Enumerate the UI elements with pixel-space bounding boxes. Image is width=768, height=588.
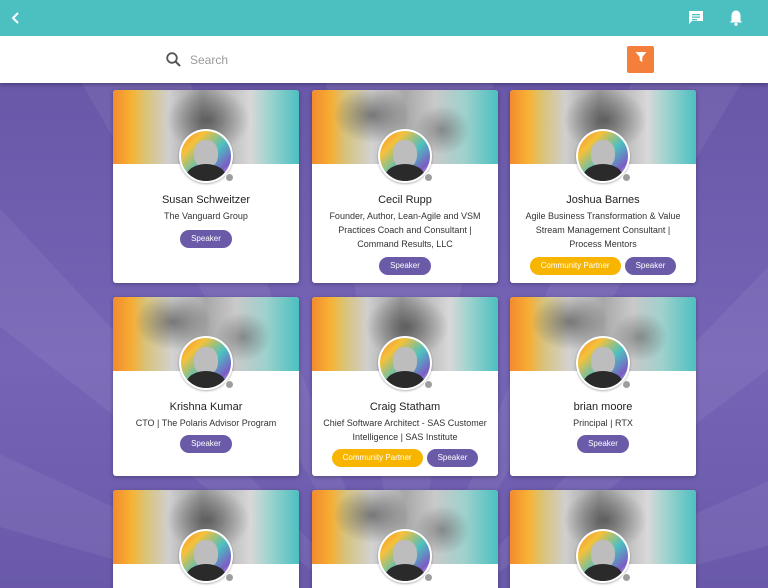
badge-row: Speaker bbox=[312, 257, 498, 275]
avatar bbox=[576, 129, 631, 183]
chevron-left-icon[interactable] bbox=[6, 8, 26, 28]
badge-row: Speaker bbox=[113, 230, 299, 248]
search-input[interactable] bbox=[190, 48, 590, 72]
person-name: Susan Schweitzer bbox=[161, 194, 251, 206]
bell-icon[interactable] bbox=[726, 8, 746, 28]
person-name: brian moore bbox=[573, 401, 633, 413]
community-partner-badge[interactable]: Community Partner bbox=[331, 449, 423, 467]
person-card[interactable]: Cecil Rupp Founder, Author, Lean-Agile a… bbox=[312, 90, 498, 283]
status-dot bbox=[424, 573, 433, 582]
person-card[interactable]: brian moore Principal | RTX Speaker bbox=[510, 297, 696, 476]
speaker-badge[interactable]: Speaker bbox=[426, 449, 479, 467]
person-card[interactable]: Craig Statham Chief Software Architect -… bbox=[312, 297, 498, 476]
person-title: Founder, Author, Lean-Agile and VSM Prac… bbox=[329, 211, 481, 249]
filter-icon bbox=[634, 50, 648, 69]
avatar bbox=[179, 129, 234, 183]
speaker-badge[interactable]: Speaker bbox=[624, 257, 677, 275]
search-icon bbox=[165, 51, 183, 69]
person-card[interactable]: Joshua Barnes Agile Business Transformat… bbox=[510, 90, 696, 283]
filter-button[interactable] bbox=[627, 46, 654, 73]
person-title: Chief Software Architect - SAS Customer … bbox=[323, 418, 487, 442]
status-dot bbox=[622, 380, 631, 389]
badge-row: Community Partner Speaker bbox=[312, 449, 498, 467]
person-card[interactable] bbox=[312, 490, 498, 588]
person-title: Principal | RTX bbox=[573, 418, 633, 428]
person-name: Cecil Rupp bbox=[378, 194, 432, 206]
status-dot bbox=[225, 173, 234, 182]
community-partner-badge[interactable]: Community Partner bbox=[529, 257, 621, 275]
person-title: CTO | The Polaris Advisor Program bbox=[135, 418, 277, 428]
person-title: Agile Business Transformation & Value St… bbox=[525, 211, 681, 249]
top-bar bbox=[0, 0, 768, 36]
status-dot bbox=[424, 173, 433, 182]
avatar bbox=[576, 336, 631, 390]
person-card[interactable]: Susan Schweitzer The Vanguard Group Spea… bbox=[113, 90, 299, 283]
badge-row: Speaker bbox=[510, 435, 696, 453]
avatar bbox=[378, 129, 433, 183]
speaker-badge[interactable]: Speaker bbox=[577, 435, 629, 453]
person-name: Craig Statham bbox=[369, 401, 441, 413]
status-dot bbox=[622, 573, 631, 582]
person-card[interactable] bbox=[510, 490, 696, 588]
status-dot bbox=[622, 173, 631, 182]
badge-row: Speaker bbox=[113, 435, 299, 453]
status-dot bbox=[225, 380, 234, 389]
chat-icon[interactable] bbox=[686, 8, 706, 28]
person-card[interactable]: Krishna Kumar CTO | The Polaris Advisor … bbox=[113, 297, 299, 476]
person-card[interactable] bbox=[113, 490, 299, 588]
person-name: Krishna Kumar bbox=[169, 401, 243, 413]
avatar bbox=[179, 529, 234, 583]
status-dot bbox=[225, 573, 234, 582]
speaker-badge[interactable]: Speaker bbox=[180, 435, 232, 453]
avatar bbox=[179, 336, 234, 390]
avatar bbox=[378, 529, 433, 583]
speaker-badge[interactable]: Speaker bbox=[180, 230, 232, 248]
badge-row: Community Partner Speaker bbox=[510, 257, 696, 275]
avatar bbox=[576, 529, 631, 583]
status-dot bbox=[424, 380, 433, 389]
search-bar bbox=[0, 36, 768, 83]
speaker-badge[interactable]: Speaker bbox=[379, 257, 431, 275]
person-title: The Vanguard Group bbox=[164, 211, 248, 221]
person-name: Joshua Barnes bbox=[566, 194, 640, 206]
avatar bbox=[378, 336, 433, 390]
